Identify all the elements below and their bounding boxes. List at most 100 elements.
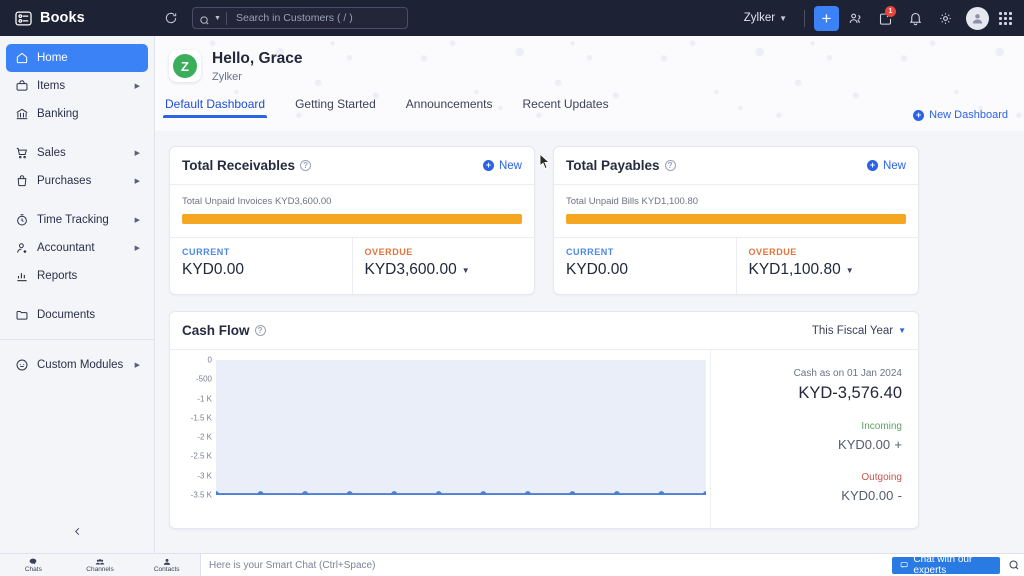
unpaid-invoices-bar: Total Unpaid Invoices KYD3,600.00 (170, 185, 534, 238)
card-title: Cash Flow ? (182, 323, 266, 338)
sidebar-item-banking[interactable]: Banking (6, 100, 148, 128)
cash-flow-card: Cash Flow ? This Fiscal Year ▼ 0 -500 -1… (169, 311, 919, 529)
payables-current[interactable]: CURRENT KYD0.00 (554, 238, 736, 294)
chart-data-point[interactable] (257, 491, 264, 495)
incoming-label: Incoming (861, 421, 902, 432)
chevron-down-icon[interactable]: ▼ (462, 266, 470, 275)
chat-nav-chats[interactable]: Chats (0, 554, 67, 576)
payables-title: Total Payables (566, 158, 660, 173)
app-grid-icon[interactable] (999, 11, 1012, 25)
custom-modules-icon (14, 358, 29, 373)
chevron-down-icon: ▼ (898, 326, 906, 335)
org-switcher[interactable]: Zylker ▼ (736, 12, 795, 24)
chevron-right-icon: ▶ (134, 150, 140, 157)
new-bill-button[interactable]: + New (866, 160, 906, 172)
new-dashboard-button[interactable]: + New Dashboard (913, 109, 1008, 121)
announcement-icon[interactable]: 1 (871, 5, 899, 31)
header-divider (804, 9, 805, 27)
tab-getting-started[interactable]: Getting Started (293, 94, 378, 118)
global-search-box[interactable]: ▼ (192, 7, 408, 29)
info-icon[interactable]: ? (664, 160, 676, 171)
smart-chat-input[interactable] (209, 559, 893, 571)
info-icon[interactable]: ? (254, 325, 266, 336)
sidebar-item-home[interactable]: Home (6, 44, 148, 72)
gear-icon[interactable] (931, 5, 959, 31)
info-icon[interactable]: ? (300, 160, 312, 171)
chart-data-point[interactable] (391, 491, 398, 495)
chart-data-point[interactable] (524, 491, 531, 495)
items-icon (14, 79, 29, 94)
sidebar: Home Items ▶ Banking Sales ▶ Purchases ▶… (0, 36, 155, 576)
sidebar-item-purchases[interactable]: Purchases ▶ (6, 167, 148, 195)
chevron-down-icon[interactable]: ▼ (214, 15, 221, 22)
chevron-down-icon[interactable]: ▼ (846, 266, 854, 275)
progress-track (566, 214, 906, 224)
brand-logo-area[interactable]: Books (0, 9, 152, 28)
refresh-icon[interactable] (160, 7, 182, 29)
search-input[interactable] (236, 12, 401, 24)
card-header: Total Payables ? + New (554, 147, 918, 185)
chevron-right-icon: ▶ (134, 83, 140, 90)
receivables-current[interactable]: CURRENT KYD0.00 (170, 238, 352, 294)
y-tick-label: -1.5 K (190, 413, 212, 423)
chat-with-experts-button[interactable]: Chat with our experts (892, 554, 1000, 576)
chat-nav-label: Channels (86, 566, 114, 573)
chart-data-point[interactable] (435, 491, 442, 495)
unpaid-invoices-label: Total Unpaid Invoices KYD3,600.00 (182, 196, 332, 207)
incoming-sign: + (894, 437, 902, 452)
chart-data-point[interactable] (216, 491, 219, 495)
avatar[interactable] (966, 6, 989, 30)
sidebar-item-reports[interactable]: Reports (6, 262, 148, 290)
chevron-right-icon: ▶ (134, 217, 140, 224)
period-selector[interactable]: This Fiscal Year ▼ (812, 325, 906, 337)
chart-data-point[interactable] (346, 491, 353, 495)
referral-users-icon[interactable] (841, 5, 869, 31)
dashboard-tabs: Default Dashboard Getting Started Announ… (155, 94, 1024, 118)
add-new-button[interactable]: + (814, 5, 839, 31)
sidebar-item-label: Accountant (37, 242, 95, 254)
chat-nav-contacts[interactable]: Contacts (133, 554, 200, 576)
accountant-icon (14, 241, 29, 256)
chart-data-point[interactable] (302, 491, 309, 495)
tab-recent-updates[interactable]: Recent Updates (521, 94, 611, 118)
chevron-right-icon: ▶ (134, 245, 140, 252)
sidebar-item-label: Time Tracking (37, 214, 109, 226)
sidebar-item-label: Items (37, 80, 66, 92)
chart-data-point[interactable] (613, 491, 620, 495)
sidebar-collapse-button[interactable] (0, 518, 154, 544)
outgoing-sign: - (897, 488, 902, 503)
tab-default-dashboard[interactable]: Default Dashboard (163, 94, 268, 118)
org-name: Zylker (743, 12, 776, 24)
sidebar-items: Home Items ▶ Banking Sales ▶ Purchases ▶… (0, 36, 154, 379)
search-icon (199, 13, 210, 25)
sidebar-item-time-tracking[interactable]: Time Tracking ▶ (6, 206, 148, 234)
cart-icon (14, 146, 29, 161)
new-invoice-button[interactable]: + New (482, 160, 522, 172)
chevron-right-icon: ▶ (134, 362, 140, 369)
top-header-bar: Books ▼ Zylker ▼ + (0, 0, 1024, 36)
greeting-header: Z Hello, Grace Zylker Default Dashboard … (155, 36, 1024, 131)
books-logo-icon (14, 9, 33, 28)
bell-icon[interactable] (901, 5, 929, 31)
sidebar-item-items[interactable]: Items ▶ (6, 72, 148, 100)
chat-nav-channels[interactable]: Channels (67, 554, 134, 576)
receivables-overdue[interactable]: OVERDUE KYD3,600.00 ▼ (351, 238, 535, 294)
unpaid-bills-bar: Total Unpaid Bills KYD1,100.80 (554, 185, 918, 238)
sidebar-item-sales[interactable]: Sales ▶ (6, 139, 148, 167)
outgoing-label: Outgoing (861, 472, 902, 483)
sidebar-item-custom-modules[interactable]: Custom Modules ▶ (6, 351, 148, 379)
payables-overdue[interactable]: OVERDUE KYD1,100.80 ▼ (735, 238, 919, 294)
chart-data-point[interactable] (569, 491, 576, 495)
sidebar-item-accountant[interactable]: Accountant ▶ (6, 234, 148, 262)
smart-chat-bar[interactable]: Chat with our experts (200, 553, 1024, 576)
y-tick-label: -1 K (197, 394, 212, 404)
tab-announcements[interactable]: Announcements (404, 94, 495, 118)
chart-data-point[interactable] (703, 491, 706, 495)
sidebar-item-documents[interactable]: Documents (6, 301, 148, 329)
chart-data-point[interactable] (658, 491, 665, 495)
bottom-search-button[interactable] (1004, 554, 1024, 576)
overdue-value: KYD1,100.80 (748, 261, 841, 278)
chart-data-point[interactable] (480, 491, 487, 495)
